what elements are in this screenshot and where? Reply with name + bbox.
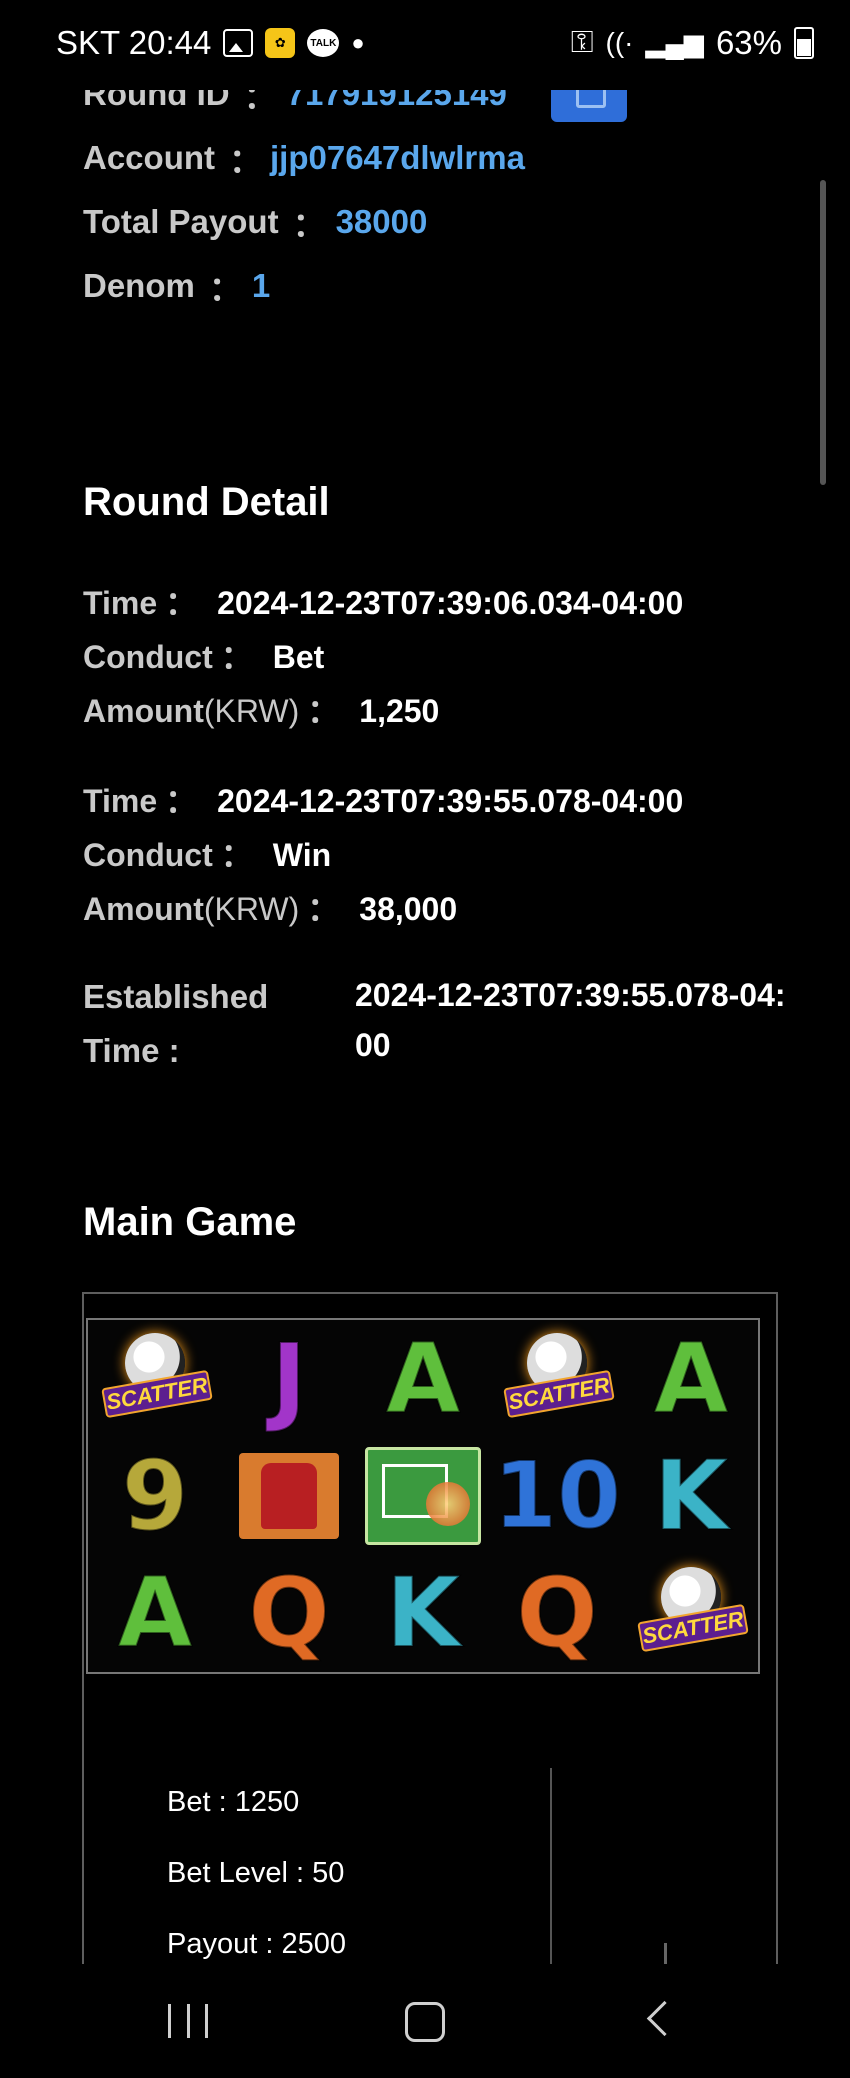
denom-label: Denom <box>83 267 195 304</box>
panel-scroll-indicator <box>664 1943 667 1965</box>
account-label: Account <box>83 139 215 176</box>
detail-conduct-row: Conduct ： Bet <box>83 632 324 678</box>
colon: ： <box>165 783 198 819</box>
bet-level-text: Bet Level : 50 <box>167 1857 345 1889</box>
home-icon[interactable] <box>405 2002 445 2042</box>
notification-dot-icon: ● <box>351 30 365 55</box>
colon: ： <box>292 206 326 243</box>
established-time-label: Established Time : <box>83 978 269 1069</box>
scatter-symbol: SCATTER <box>624 1554 758 1671</box>
goal-net-icon <box>365 1446 481 1545</box>
conduct-value: Win <box>272 837 332 873</box>
denom-row: Denom ： 1 <box>83 262 270 310</box>
symbol-a: A <box>385 1322 461 1435</box>
conduct-label: Conduct <box>83 837 213 873</box>
card-symbol: A <box>88 1554 222 1671</box>
battery-percent: 63% <box>715 24 782 61</box>
colon: ： <box>208 270 242 307</box>
payout-text: Payout : 2500 <box>167 1928 346 1960</box>
soccer-ball-scatter-icon: SCATTER <box>503 1331 615 1427</box>
recent-apps-icon[interactable] <box>168 2004 208 2038</box>
main-game-title: Main Game <box>83 1200 297 1244</box>
amount-value: 38,000 <box>359 891 458 927</box>
goal-symbol <box>356 1437 490 1554</box>
time-label: Time <box>83 585 158 621</box>
denom-value: 1 <box>251 267 271 304</box>
kakaotalk-icon: TALK <box>307 29 340 57</box>
established-time-value: 2024-12-23T07:39:55.078-04:00 <box>355 977 786 1063</box>
reel-grid: SCATTER J A SCATTER A 9 10 K A Q K Q SCATTER <box>86 1318 760 1674</box>
symbol-k: K <box>653 1439 729 1552</box>
amount-label: Amount <box>83 891 204 927</box>
status-bar: SKT 20:44 ✿ TALK ● ⚿ ((· ▂▄▆ 63% <box>0 0 850 90</box>
total-payout-row: Total Payout ： 38000 <box>83 198 427 246</box>
kakaostory-icon: ✿ <box>265 28 296 58</box>
card-symbol: A <box>356 1320 490 1437</box>
amount-unit: (KRW) <box>203 891 300 927</box>
time-label: Time <box>83 783 158 819</box>
total-payout-value: 38000 <box>335 203 428 240</box>
scatter-symbol: SCATTER <box>490 1320 624 1437</box>
scatter-symbol: SCATTER <box>88 1320 222 1437</box>
conduct-label: Conduct <box>83 639 213 675</box>
symbol-9: 9 <box>121 1439 190 1552</box>
symbol-q: Q <box>247 1556 331 1669</box>
card-symbol: Q <box>222 1554 356 1671</box>
time-value: 2024-12-23T07:39:06.034-04:00 <box>217 585 684 621</box>
colon: ： <box>307 891 340 927</box>
card-symbol: Q <box>490 1554 624 1671</box>
colon: ： <box>229 142 262 179</box>
card-symbol: A <box>624 1320 758 1437</box>
soccer-ball-scatter-icon: SCATTER <box>637 1565 749 1661</box>
status-time: SKT 20:44 <box>56 24 212 61</box>
colon: ： <box>220 639 253 675</box>
scrollbar-thumb[interactable] <box>820 180 826 485</box>
detail-conduct-row: Conduct ： Win <box>83 830 331 876</box>
symbol-j: J <box>270 1322 308 1435</box>
soccer-ball-scatter-icon: SCATTER <box>101 1331 213 1427</box>
colon: ： <box>307 693 340 729</box>
card-symbol: 9 <box>88 1437 222 1554</box>
bet-text: Bet : 1250 <box>167 1786 300 1818</box>
vpn-key-icon: ⚿ <box>570 26 594 59</box>
wifi-icon: ((· <box>605 27 634 58</box>
round-detail-title: Round Detail <box>83 480 330 524</box>
detail-time-row: Time ： 2024-12-23T07:39:55.078-04:00 <box>83 776 683 822</box>
colon: ： <box>165 585 198 621</box>
jersey-icon <box>239 1452 339 1539</box>
card-symbol: K <box>624 1437 758 1554</box>
amount-value: 1,250 <box>359 693 440 729</box>
symbol-k: K <box>385 1556 461 1669</box>
signal-icon: ▂▄▆ <box>645 27 704 58</box>
detail-time-row: Time ： 2024-12-23T07:39:06.034-04:00 <box>83 578 683 624</box>
conduct-value: Bet <box>272 639 325 675</box>
card-symbol: 10 <box>490 1437 624 1554</box>
account-row: Account ： jjp07647dlwlrma <box>83 134 525 182</box>
amount-label: Amount <box>83 693 204 729</box>
navigation-bar <box>0 1964 850 2078</box>
symbol-a: A <box>653 1322 729 1435</box>
card-symbol: K <box>356 1554 490 1671</box>
time-value: 2024-12-23T07:39:55.078-04:00 <box>217 783 684 819</box>
detail-amount-row: Amount (KRW) ： 1,250 <box>83 686 439 732</box>
battery-icon <box>794 27 814 59</box>
panel-divider <box>550 1768 552 1964</box>
symbol-a: A <box>117 1556 193 1669</box>
back-icon[interactable] <box>646 2000 683 2037</box>
card-symbol: J <box>222 1320 356 1437</box>
colon: ： <box>220 837 253 873</box>
total-payout-label: Total Payout <box>83 203 279 240</box>
jersey-symbol <box>222 1437 356 1554</box>
symbol-10: 10 <box>492 1441 622 1549</box>
symbol-q: Q <box>515 1556 599 1669</box>
amount-unit: (KRW) <box>203 693 300 729</box>
account-value: jjp07647dlwlrma <box>270 139 525 176</box>
gallery-icon <box>223 29 254 57</box>
detail-amount-row: Amount (KRW) ： 38,000 <box>83 884 457 930</box>
